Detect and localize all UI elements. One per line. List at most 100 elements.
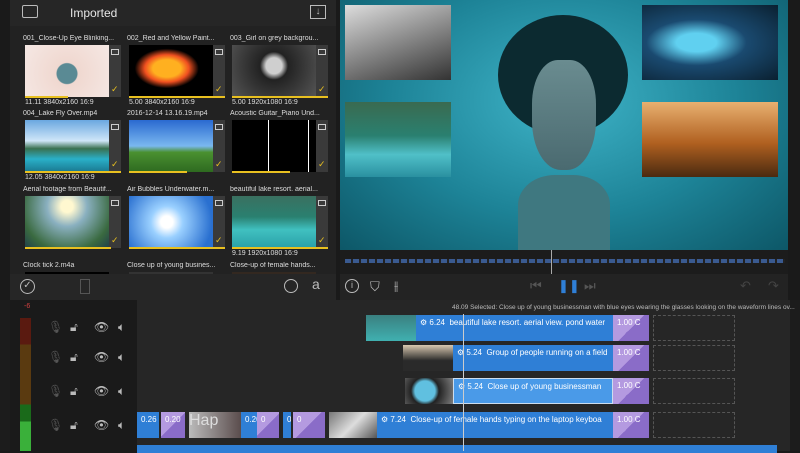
clip-label: 0	[261, 415, 266, 424]
clip-name: 002_Red and Yellow Paint...	[127, 35, 215, 42]
transition[interactable]: 1.00 C	[613, 378, 649, 404]
clip-duration: 5.24	[467, 382, 483, 391]
clip-item[interactable]: 003_Girl on grey backgrou... ✓ 5.00 1920…	[230, 35, 338, 106]
audio-meter	[20, 318, 31, 451]
library-header: Imported ↓	[10, 0, 336, 26]
clip-item[interactable]: Air Bubbles Underwater.m... ✓	[127, 186, 235, 249]
lock-icon[interactable]: 🔓︎	[70, 384, 78, 399]
clip-name: Aerial footage from Beautif...	[23, 186, 112, 193]
image-icon	[111, 124, 119, 130]
preview-viewer[interactable]	[340, 0, 788, 250]
clip-item[interactable]: beautiful lake resort. aerial... ✓ 9.19 …	[230, 186, 338, 257]
media-library: Imported ↓ 001_Close-Up Eye Blinking... …	[10, 0, 336, 300]
speaker-icon[interactable]: 🔈︎	[118, 384, 125, 399]
add-clip-placeholder[interactable]	[653, 315, 735, 341]
mic-icon[interactable]: 🎙︎	[48, 418, 63, 432]
clip-item[interactable]: 001_Close-Up Eye Blinking... ✓ 11.11 384…	[23, 35, 131, 106]
skip-back-icon[interactable]: ⏮	[530, 278, 542, 294]
used-check-icon: ✓	[318, 235, 326, 245]
clip-item[interactable]: Close-up of female hands...	[230, 262, 338, 276]
audio-track-clip[interactable]	[137, 445, 777, 453]
waveform-overview[interactable]	[340, 250, 788, 274]
used-check-icon: ✓	[215, 159, 223, 169]
clip-item[interactable]: 004_Lake Fly Over.mp4 ✓ 12.05 3840x2160 …	[23, 110, 131, 181]
overview-playhead[interactable]	[551, 250, 552, 274]
clip-title: Close up of young businessman	[487, 382, 602, 391]
marker-icon[interactable]: ⛉	[370, 279, 380, 295]
speaker-icon[interactable]: 🔈︎	[118, 350, 125, 365]
clip-item[interactable]: Acoustic Guitar_Piano Und... ✓	[230, 110, 338, 173]
clip-title: Group of people running on a field	[486, 348, 608, 357]
clip-name: Close-up of female hands...	[230, 262, 316, 269]
trash-icon[interactable]	[80, 279, 90, 294]
eye-icon[interactable]: 👁︎	[94, 418, 109, 432]
clip-name: Acoustic Guitar_Piano Und...	[230, 110, 320, 117]
add-clip-placeholder[interactable]	[653, 412, 735, 438]
used-check-icon: ✓	[318, 84, 326, 94]
clip-item[interactable]: Clock tick 2.m4a	[23, 262, 131, 276]
folder-icon[interactable]	[22, 5, 38, 18]
import-icon[interactable]: ↓	[310, 5, 326, 19]
transition[interactable]: 1.00 C	[613, 412, 649, 438]
clip-side-strip: ✓	[213, 196, 225, 248]
clip-side-strip: ✓	[213, 45, 225, 97]
split-icon[interactable]: ⫲	[394, 278, 398, 294]
image-icon	[318, 200, 326, 206]
select-check-icon[interactable]: ✓	[20, 279, 35, 294]
clip-name: Air Bubbles Underwater.m...	[127, 186, 215, 193]
timeline-clip[interactable]: 0	[293, 412, 325, 438]
timeline-tracks[interactable]: 48.09 Selected: Close up of young busine…	[137, 300, 795, 453]
usage-bar	[232, 247, 328, 249]
eye-icon[interactable]: 👁︎	[94, 320, 109, 334]
add-clip-placeholder[interactable]	[653, 345, 735, 371]
timeline-clip[interactable]: ⚙ 5.24 Group of people running on a fiel…	[453, 345, 613, 371]
timeline-clip[interactable]: 0.28	[283, 412, 291, 438]
usage-bar	[129, 171, 187, 173]
lock-icon[interactable]: 🔓︎	[70, 418, 78, 433]
mic-icon[interactable]: 🎙︎	[48, 384, 63, 398]
clip-thumbnail	[232, 120, 316, 172]
timeline-clip[interactable]: 0.20	[161, 412, 185, 438]
redo-icon[interactable]: ↷	[768, 278, 779, 294]
timeline-clip[interactable]: ⚙ 6.24 beautiful lake resort. aerial vie…	[416, 315, 613, 341]
image-icon	[215, 124, 223, 130]
sort-icon[interactable]: a	[312, 276, 320, 292]
pause-icon[interactable]: ❚❚	[558, 278, 580, 294]
speaker-icon[interactable]: 🔈︎	[118, 320, 125, 335]
clip-label: 0.28	[287, 415, 291, 424]
playhead[interactable]	[463, 314, 464, 451]
info-icon[interactable]: i	[345, 279, 359, 293]
timeline-clip[interactable]: ⚙ 7.24 Close-up of female hands typing o…	[377, 412, 613, 438]
clip-side-strip: ✓	[109, 120, 121, 172]
used-check-icon: ✓	[111, 235, 119, 245]
timeline-clip[interactable]: 0.26	[137, 412, 159, 438]
transition[interactable]: 1.00 C	[613, 315, 649, 341]
clip-thumbnail	[232, 45, 316, 97]
eye-icon[interactable]: 👁︎	[94, 384, 109, 398]
search-icon[interactable]	[284, 279, 298, 293]
eye-icon[interactable]: 👁︎	[94, 350, 109, 364]
clip-item[interactable]: 002_Red and Yellow Paint... ✓ 5.00 3840x…	[127, 35, 235, 106]
undo-icon[interactable]: ↶	[740, 278, 751, 294]
clip-item[interactable]: Aerial footage from Beautif... ✓	[23, 186, 131, 249]
mic-icon[interactable]: 🎙︎	[48, 320, 63, 334]
clip-item[interactable]: 2016-12-14 13.16.19.mp4 ✓	[127, 110, 235, 173]
clip-label: 0.26	[141, 415, 157, 424]
lock-icon[interactable]: 🔓︎	[70, 320, 78, 335]
skip-forward-icon[interactable]: ⏭	[584, 278, 596, 294]
usage-bar	[232, 171, 290, 173]
clip-duration: 7.24	[390, 415, 406, 424]
transition[interactable]: 1.00 C	[613, 345, 649, 371]
add-clip-placeholder[interactable]	[653, 378, 735, 404]
timeline-clip[interactable]: ⚙ 5.24 Close up of young businessman	[453, 378, 613, 404]
lock-icon[interactable]: 🔓︎	[70, 350, 78, 365]
clip-info: 9.19 1920x1080 16:9	[232, 250, 298, 257]
timeline-clip[interactable]: 0	[257, 412, 279, 438]
clip-item[interactable]: Close up of young busines...	[127, 262, 235, 276]
speaker-icon[interactable]: 🔈︎	[118, 418, 125, 433]
portrait-neck	[518, 175, 610, 250]
clip-name: 001_Close-Up Eye Blinking...	[23, 35, 115, 42]
transition-label: 1.00 C	[617, 415, 641, 424]
mic-icon[interactable]: 🎙︎	[48, 350, 63, 364]
glasses-image	[642, 5, 778, 80]
